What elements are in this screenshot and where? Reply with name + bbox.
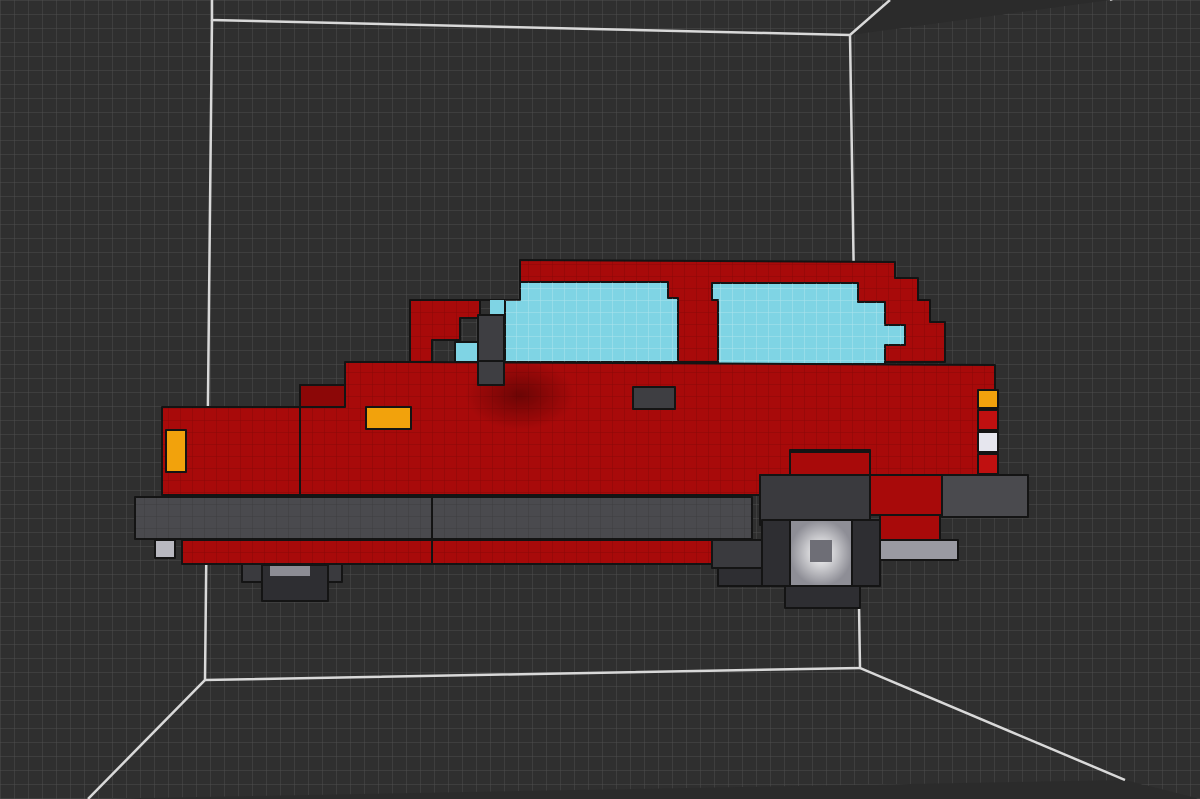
side-indicator — [365, 406, 412, 430]
door-handle[interactable] — [632, 386, 676, 410]
rear-quarter — [869, 474, 946, 516]
rear-bumper — [941, 474, 1029, 518]
voxel-editor-viewport[interactable] — [0, 0, 1200, 799]
rear-under-light — [879, 539, 959, 561]
side-mirror[interactable] — [477, 314, 505, 362]
rear-lights — [977, 389, 999, 475]
viewport-canvas[interactable] — [0, 0, 1200, 799]
hood-step — [299, 384, 346, 408]
under-light-left — [154, 539, 176, 559]
front-indicator — [165, 429, 187, 473]
